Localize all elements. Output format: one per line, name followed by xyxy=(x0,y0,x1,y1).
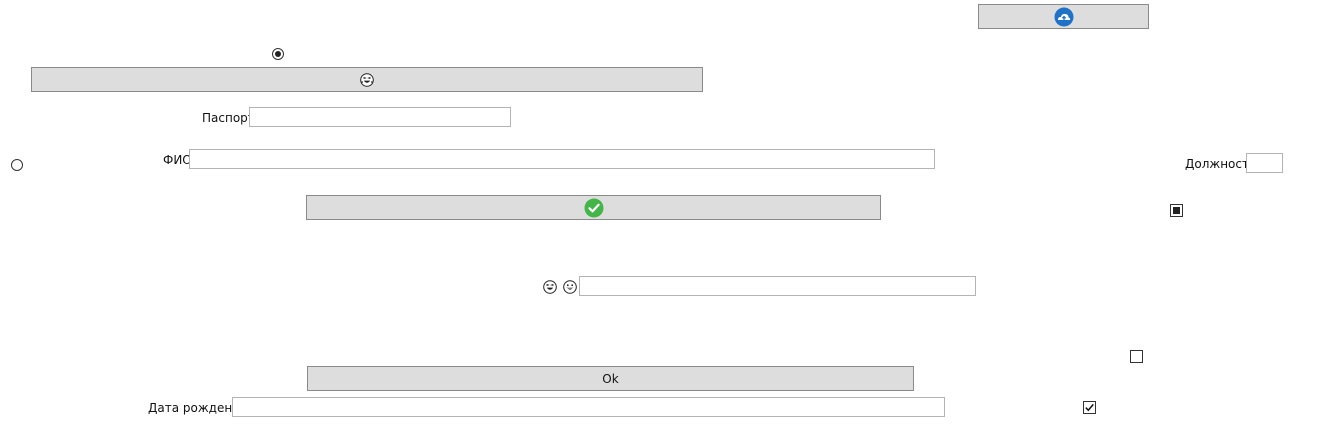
checkbox-checked[interactable] xyxy=(1083,401,1096,414)
radio-selected-dot xyxy=(275,51,281,57)
passport-label: Паспорт xyxy=(202,111,255,125)
fio-label: ФИО xyxy=(163,153,192,167)
grinning-face-icon xyxy=(563,280,577,294)
radio-option-top[interactable] xyxy=(272,48,284,60)
checkbox-indeterminate[interactable] xyxy=(1170,204,1183,217)
fio-input[interactable] xyxy=(189,149,935,169)
checkbox-unchecked[interactable] xyxy=(1130,350,1143,363)
upload-button[interactable] xyxy=(978,4,1149,29)
emoji-field-label xyxy=(543,279,577,295)
laughing-face-icon xyxy=(543,280,557,294)
passport-input[interactable] xyxy=(249,107,511,127)
birth-date-input[interactable] xyxy=(232,397,945,417)
ok-button[interactable]: Ok xyxy=(307,366,914,391)
checkbox-indeterminate-mark xyxy=(1173,207,1180,214)
radio-option-left[interactable] xyxy=(11,159,23,171)
checkmark-icon xyxy=(1085,403,1094,412)
ok-button-label: Ok xyxy=(602,371,619,386)
check-circle-icon xyxy=(584,198,603,217)
confirm-button[interactable] xyxy=(306,195,881,220)
laughing-face-icon xyxy=(360,72,374,87)
position-input[interactable] xyxy=(1246,153,1283,173)
emoji-button[interactable] xyxy=(31,67,703,92)
cloud-upload-icon xyxy=(1054,7,1073,26)
emoji-input[interactable] xyxy=(579,276,976,296)
